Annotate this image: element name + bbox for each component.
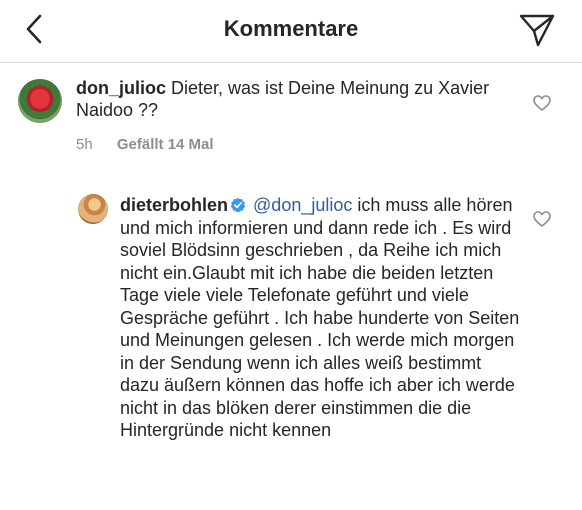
reply-text: dieterbohlen @don_julioc ich muss alle h… xyxy=(120,194,520,442)
rose-avatar[interactable] xyxy=(18,79,62,123)
page-title: Kommentare xyxy=(223,16,359,41)
comment-username[interactable]: don_julioc xyxy=(76,78,166,98)
heart-outline-icon[interactable] xyxy=(533,95,551,111)
comment-likes[interactable]: Gefällt 14 Mal xyxy=(117,136,214,153)
heart-outline-icon[interactable] xyxy=(533,211,551,227)
header-bar: Kommentare xyxy=(0,0,582,63)
comment-time: 5h xyxy=(76,136,93,153)
paper-plane-icon[interactable] xyxy=(518,12,556,48)
verified-badge-icon xyxy=(230,197,246,213)
comment-text: don_julioc Dieter, was ist Deine Meinung… xyxy=(76,77,516,121)
reply-body: ich muss alle hören und mich informieren… xyxy=(120,195,520,440)
reply-username[interactable]: dieterbohlen xyxy=(120,195,228,215)
comment-meta: 5h Gefällt 14 Mal xyxy=(76,136,214,153)
profile-photo-avatar[interactable] xyxy=(78,194,108,224)
reply-mention[interactable]: @don_julioc xyxy=(253,195,352,215)
